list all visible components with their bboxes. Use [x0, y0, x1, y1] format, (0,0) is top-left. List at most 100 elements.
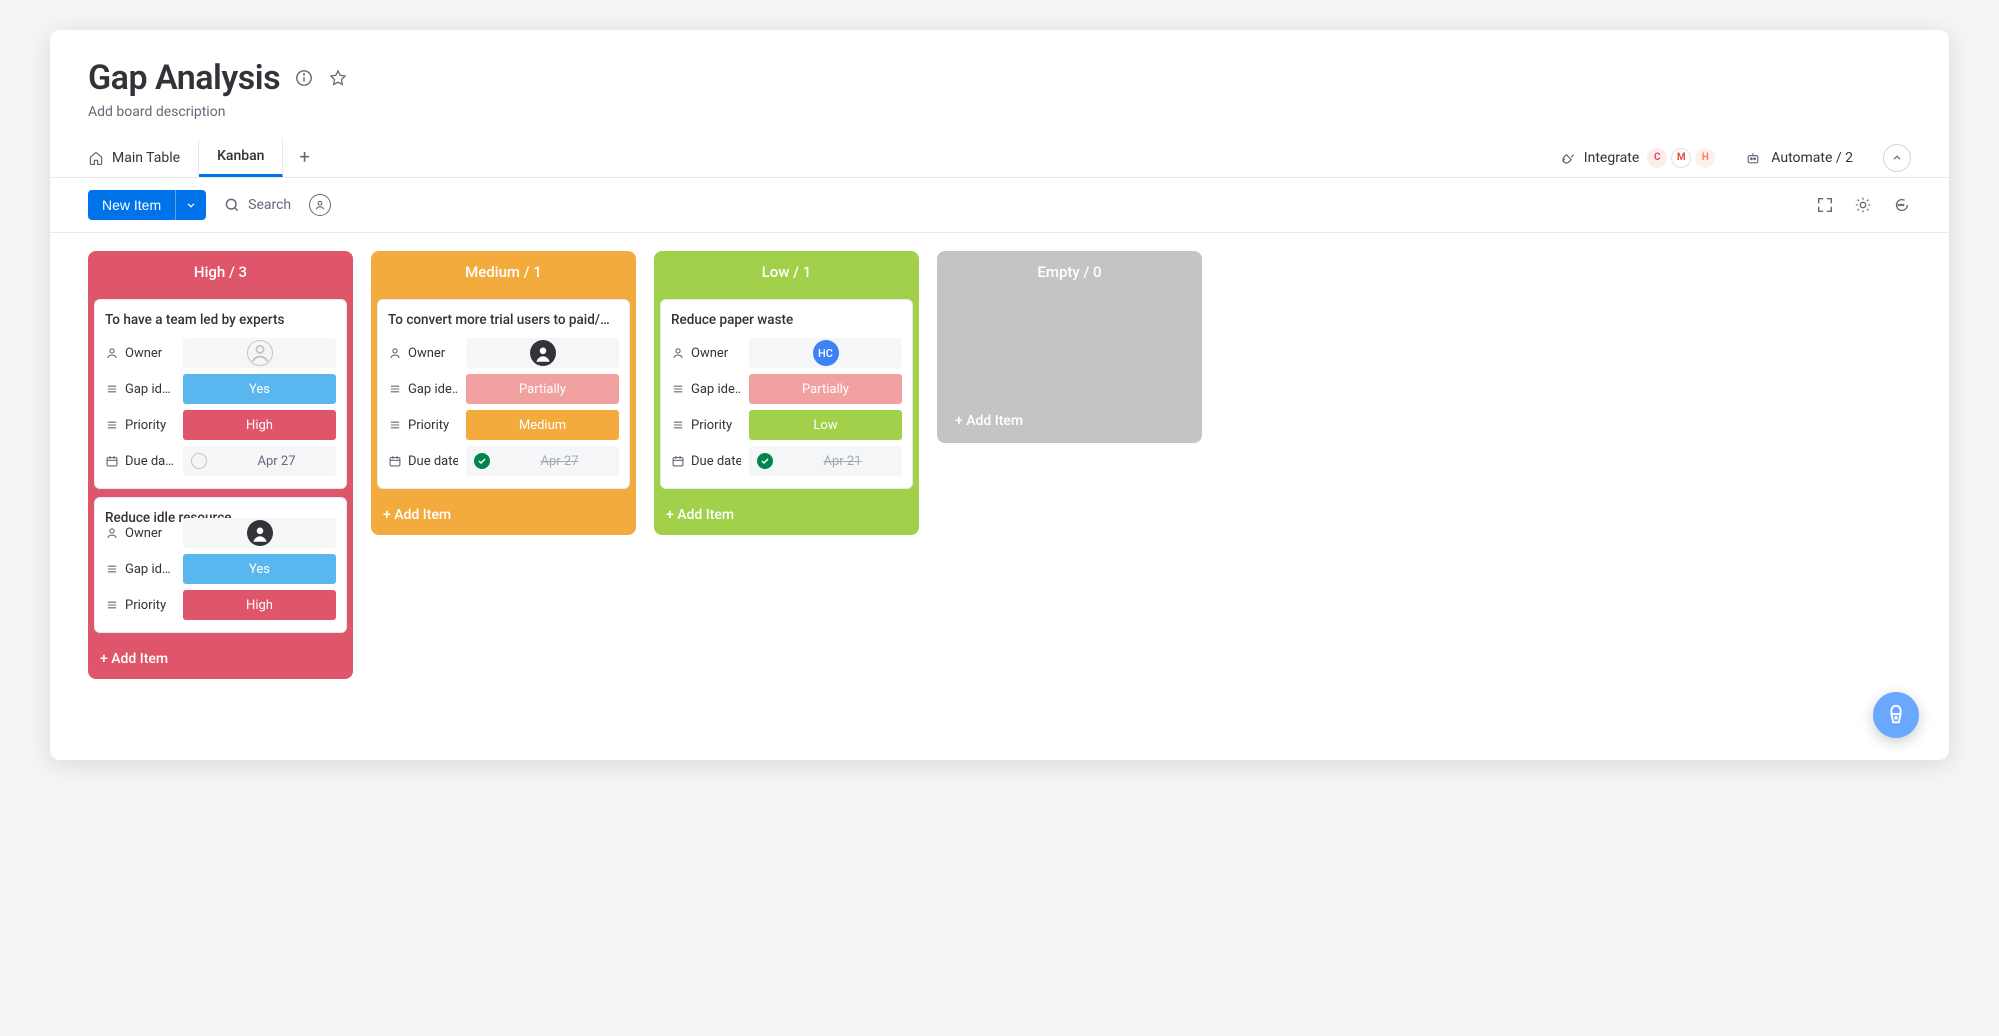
avatar-empty-icon: [247, 340, 273, 366]
list-icon: [105, 598, 119, 612]
kanban-card[interactable]: Reduce paper waste Owner HC Gap ide… Par…: [660, 299, 913, 489]
mailchimp-icon: C: [1647, 148, 1667, 168]
collapse-header-button[interactable]: [1883, 144, 1911, 172]
star-icon[interactable]: [328, 68, 348, 88]
list-icon: [105, 382, 119, 396]
card-title: To have a team led by experts: [105, 312, 336, 328]
status-done-icon: [474, 453, 490, 469]
hubspot-icon: H: [1695, 148, 1715, 168]
tab-main-table[interactable]: Main Table: [88, 140, 199, 176]
due-date-text: Apr 21: [783, 454, 902, 469]
board-title: Gap Analysis: [88, 58, 280, 98]
list-icon: [671, 382, 685, 396]
owner-value[interactable]: HC: [749, 338, 902, 368]
gap-label: Gap ide…: [408, 382, 458, 397]
owner-value[interactable]: [183, 338, 336, 368]
priority-label: Priority: [408, 418, 449, 433]
list-icon: [105, 418, 119, 432]
add-view-button[interactable]: +: [283, 147, 325, 168]
due-date-text: Apr 27: [217, 454, 336, 469]
gap-label: Gap id…: [125, 562, 171, 577]
column-low-header[interactable]: Low / 1: [654, 251, 919, 293]
add-item-button[interactable]: + Add Item: [371, 495, 636, 535]
person-icon: [671, 346, 685, 360]
settings-icon[interactable]: [1853, 195, 1873, 215]
card-title: Reduce paper waste: [671, 312, 902, 328]
person-filter-button[interactable]: [309, 194, 331, 216]
priority-value[interactable]: High: [183, 410, 336, 440]
priority-label: Priority: [125, 598, 166, 613]
search-label: Search: [248, 197, 291, 213]
card-title: To convert more trial users to paid/…: [388, 312, 619, 328]
add-item-button[interactable]: + Add Item: [88, 639, 353, 679]
list-icon: [388, 418, 402, 432]
tab-kanban[interactable]: Kanban: [199, 138, 283, 177]
board-header: Gap Analysis Add board description: [50, 58, 1949, 120]
calendar-icon: [388, 454, 402, 468]
due-date-text: Apr 27: [500, 454, 619, 469]
gap-value[interactable]: Yes: [183, 554, 336, 584]
avatar-initials: HC: [813, 340, 839, 366]
priority-label: Priority: [691, 418, 732, 433]
automate-label: Automate / 2: [1771, 150, 1853, 166]
owner-value[interactable]: [183, 518, 336, 548]
info-icon[interactable]: [294, 68, 314, 88]
kanban-card[interactable]: To convert more trial users to paid/… Ow…: [377, 299, 630, 489]
add-item-button[interactable]: + Add Item: [937, 293, 1202, 443]
list-icon: [388, 382, 402, 396]
avatar-icon: [247, 520, 273, 546]
help-button[interactable]: [1873, 692, 1919, 738]
integrate-button[interactable]: Integrate C M H: [1560, 148, 1716, 168]
owner-label: Owner: [408, 346, 445, 361]
home-icon: [88, 150, 104, 166]
owner-label: Owner: [125, 346, 162, 361]
integrate-app-icons: C M H: [1647, 148, 1715, 168]
search-icon: [224, 197, 240, 213]
due-label: Due da…: [125, 454, 174, 469]
due-label: Due date: [408, 454, 458, 469]
due-value[interactable]: Apr 27: [183, 446, 336, 476]
gap-label: Gap id…: [125, 382, 171, 397]
priority-value[interactable]: Low: [749, 410, 902, 440]
priority-value[interactable]: Medium: [466, 410, 619, 440]
column-empty-header[interactable]: Empty / 0: [937, 251, 1202, 293]
kanban-card[interactable]: To have a team led by experts Owner Gap …: [94, 299, 347, 489]
kanban-card[interactable]: Reduce idle resource Owner Gap id… Yes P…: [94, 497, 347, 633]
comment-icon[interactable]: [1891, 195, 1911, 215]
due-value[interactable]: Apr 27: [466, 446, 619, 476]
fullscreen-icon[interactable]: [1815, 195, 1835, 215]
gap-value[interactable]: Partially: [466, 374, 619, 404]
add-item-button[interactable]: + Add Item: [654, 495, 919, 535]
robot-icon: [1745, 150, 1761, 166]
owner-value[interactable]: [466, 338, 619, 368]
person-icon: [388, 346, 402, 360]
list-icon: [671, 418, 685, 432]
kanban-board: High / 3 To have a team led by experts O…: [50, 233, 1949, 745]
new-item-dropdown[interactable]: [175, 190, 206, 220]
due-label: Due date: [691, 454, 741, 469]
column-medium: Medium / 1 To convert more trial users t…: [371, 251, 636, 535]
gap-value[interactable]: Yes: [183, 374, 336, 404]
column-empty: Empty / 0 + Add Item: [937, 251, 1202, 443]
new-item-button[interactable]: New Item: [88, 190, 175, 220]
board-panel: Gap Analysis Add board description Main …: [50, 30, 1949, 760]
priority-value[interactable]: High: [183, 590, 336, 620]
person-icon: [105, 346, 119, 360]
automate-button[interactable]: Automate / 2: [1745, 150, 1853, 166]
due-value[interactable]: Apr 21: [749, 446, 902, 476]
search-button[interactable]: Search: [224, 197, 291, 213]
column-high-header[interactable]: High / 3: [88, 251, 353, 293]
tab-main-table-label: Main Table: [112, 150, 180, 166]
tab-kanban-label: Kanban: [217, 148, 264, 164]
priority-label: Priority: [125, 418, 166, 433]
calendar-icon: [105, 454, 119, 468]
calendar-icon: [671, 454, 685, 468]
column-high: High / 3 To have a team led by experts O…: [88, 251, 353, 679]
board-description[interactable]: Add board description: [88, 104, 1911, 120]
owner-label: Owner: [691, 346, 728, 361]
gap-value[interactable]: Partially: [749, 374, 902, 404]
list-icon: [105, 562, 119, 576]
person-icon: [105, 526, 119, 540]
gap-label: Gap ide…: [691, 382, 741, 397]
column-medium-header[interactable]: Medium / 1: [371, 251, 636, 293]
